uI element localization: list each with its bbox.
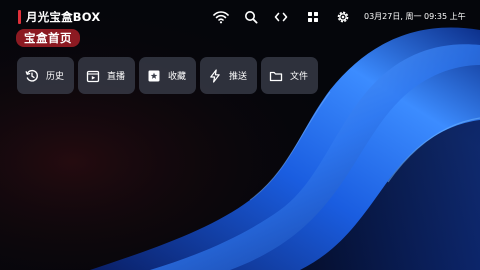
search-icon[interactable] [242,8,260,26]
live-icon [86,69,100,83]
history-label: 历史 [46,72,65,82]
bookmark-icon [147,69,161,83]
home-tab[interactable]: 宝盒首页 [16,29,80,47]
code-icon[interactable] [272,8,290,26]
app-title: 月光宝盒BOX [18,8,100,26]
title-accent-bar [18,10,21,24]
push-button[interactable]: 推送 [200,57,257,94]
home-screen: 月光宝盒BOX 03月27日, 周一 09:35 上午 宝盒首页 历史 直播 收… [0,0,480,270]
favorites-button[interactable]: 收藏 [139,57,196,94]
history-icon [25,69,39,83]
app-title-text: 月光宝盒BOX [26,10,101,24]
wifi-icon[interactable] [212,8,230,26]
live-button[interactable]: 直播 [78,57,135,94]
datetime-display: 03月27日, 周一 09:35 上午 [364,12,466,21]
bolt-icon [208,68,222,83]
settings-icon[interactable] [334,8,352,26]
push-label: 推送 [229,72,248,82]
files-button[interactable]: 文件 [261,57,318,94]
folder-icon [269,69,283,83]
history-button[interactable]: 历史 [17,57,74,94]
files-label: 文件 [290,72,309,82]
grid-icon[interactable] [304,8,322,26]
favorites-label: 收藏 [168,72,187,82]
live-label: 直播 [107,72,126,82]
